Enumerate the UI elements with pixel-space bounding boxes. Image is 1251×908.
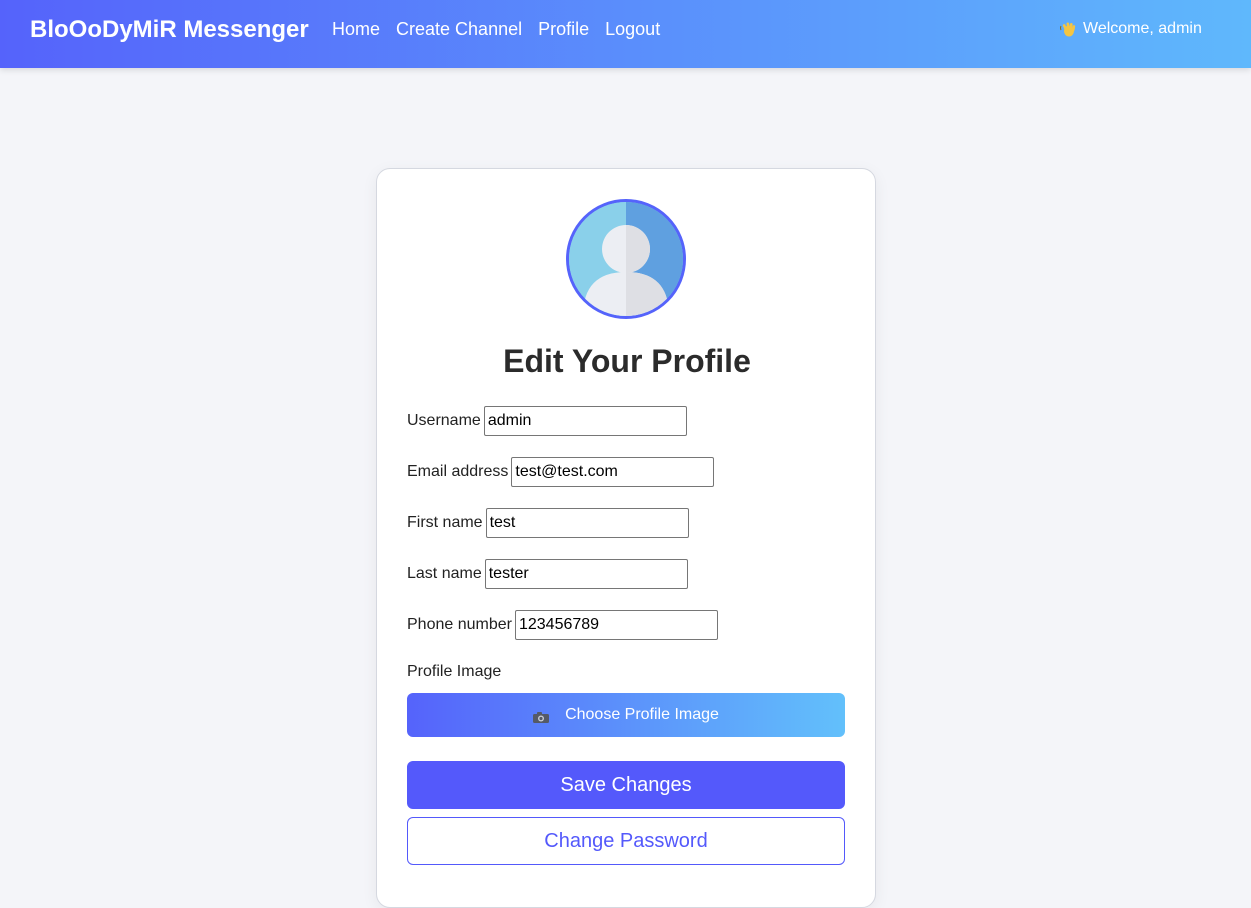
welcome-text: Welcome, admin: [1083, 20, 1202, 37]
username-label: Username: [407, 412, 481, 429]
change-password-button[interactable]: Change Password: [407, 817, 845, 865]
last-name-row: Last name: [407, 559, 688, 589]
email-row: Email address: [407, 457, 715, 487]
profile-image-label: Profile Image: [407, 663, 502, 680]
welcome-message: Welcome, admin: [1059, 20, 1202, 38]
last-name-label: Last name: [407, 565, 482, 582]
top-navbar: BloOoDyMiR Messenger Home Create Channel…: [0, 0, 1251, 68]
nav-link-logout[interactable]: Logout: [605, 19, 660, 40]
page-title: Edit Your Profile: [503, 343, 751, 379]
username-row: Username: [407, 406, 687, 436]
choose-profile-image-label: Choose Profile Image: [565, 706, 719, 723]
nav-link-create-channel[interactable]: Create Channel: [396, 19, 522, 40]
nav-links: Home Create Channel Profile Logout: [332, 19, 676, 40]
first-name-label: First name: [407, 514, 483, 531]
phone-input[interactable]: [514, 610, 718, 640]
nav-link-home[interactable]: Home: [332, 19, 380, 40]
nav-link-profile[interactable]: Profile: [538, 19, 589, 40]
profile-card: Edit Your Profile Username Email address…: [376, 168, 876, 908]
phone-row: Phone number: [407, 610, 718, 640]
camera-icon: [533, 710, 550, 723]
first-name-input[interactable]: [485, 508, 689, 538]
username-input[interactable]: [483, 406, 687, 436]
choose-profile-image-button[interactable]: Choose Profile Image: [407, 693, 845, 737]
save-changes-button[interactable]: Save Changes: [407, 761, 845, 809]
phone-label: Phone number: [407, 616, 512, 633]
waving-hand-icon: [1059, 20, 1077, 38]
first-name-row: First name: [407, 508, 689, 538]
default-user-avatar-icon: [569, 202, 683, 316]
email-input[interactable]: [511, 457, 715, 487]
last-name-input[interactable]: [484, 559, 688, 589]
avatar: [566, 199, 686, 319]
email-label: Email address: [407, 463, 509, 480]
brand-logo[interactable]: BloOoDyMiR Messenger: [30, 16, 309, 44]
